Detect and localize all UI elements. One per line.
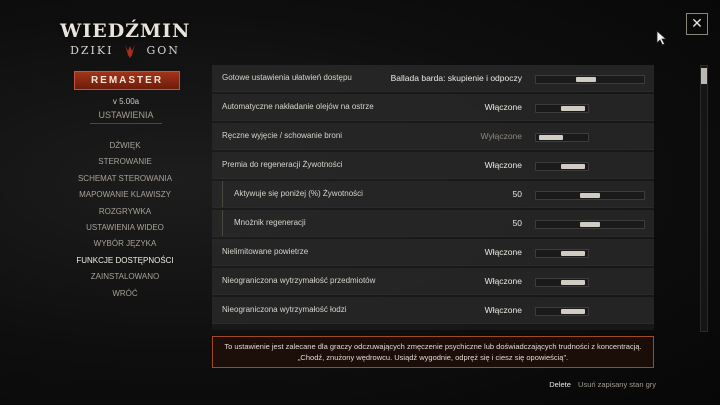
setting-description: To ustawienie jest zalecane dla graczy o…: [212, 336, 654, 368]
setting-row[interactable]: Nielimitowane powietrze Włączone: [212, 239, 654, 266]
slider-thumb[interactable]: [561, 106, 585, 111]
setting-row[interactable]: Mnożnik regeneracji 50: [212, 210, 654, 237]
setting-value: Ballada barda: skupienie i odpoczy: [390, 73, 522, 83]
setting-row[interactable]: Aktywuje się poniżej (%) Żywotności 50: [212, 181, 654, 208]
footer-hint: Delete Usuń zapisany stan gry: [547, 380, 656, 389]
setting-value: Włączone: [484, 102, 522, 112]
menu-item[interactable]: USTAWIENIA WIDEO: [60, 220, 190, 236]
game-logo: WIEDŹMIN DZIKI GON: [60, 20, 190, 59]
setting-value: Włączone: [484, 276, 522, 286]
close-icon: ✕: [691, 15, 703, 31]
menu-item[interactable]: WRÓĆ: [60, 286, 190, 302]
setting-label: Nielimitowane powietrze: [222, 247, 309, 256]
setting-value: Włączone: [484, 160, 522, 170]
toggle-slider[interactable]: [535, 307, 589, 316]
slider-thumb[interactable]: [580, 222, 600, 227]
toggle-slider[interactable]: [535, 104, 589, 113]
setting-value: 50: [512, 189, 522, 199]
setting-label: Ręczne wyjęcie / schowanie broni: [222, 131, 343, 140]
logo-subtitle-left: DZIKI: [70, 44, 114, 57]
version-label: v 5.00a: [112, 97, 140, 106]
slider-thumb[interactable]: [561, 251, 585, 256]
slider-thumb[interactable]: [561, 280, 585, 285]
mouse-cursor-icon: [656, 30, 668, 46]
description-line-2: „Chodź, znużony wędrowcu. Usiądź wygodni…: [297, 353, 569, 362]
section-divider: [90, 123, 162, 124]
menu-item[interactable]: ZAINSTALOWANO: [60, 269, 190, 285]
value-slider[interactable]: [535, 220, 645, 229]
setting-row[interactable]: Automatyczne nakładanie olejów na ostrze…: [212, 94, 654, 121]
logo-title: WIEDŹMIN: [60, 20, 191, 42]
setting-label: Premia do regeneracji Żywotności: [222, 160, 343, 169]
setting-row[interactable]: Nieograniczona wytrzymałość przedmiotów W…: [212, 268, 654, 295]
remaster-badge: REMASTER: [74, 71, 180, 90]
setting-label: Mnożnik regeneracji: [234, 218, 306, 227]
menu-item[interactable]: SCHEMAT STEROWANIA: [60, 171, 190, 187]
setting-value: Włączone: [484, 247, 522, 257]
logo-subtitle: DZIKI GON: [60, 43, 190, 59]
sub-setting-indent: [222, 210, 223, 236]
delete-key-hint[interactable]: Delete: [547, 380, 573, 389]
setting-row[interactable]: Premia do regeneracji Żywotności Włączone: [212, 152, 654, 179]
settings-menu: DŹWIĘK STEROWANIE SCHEMAT STEROWANIA MAPOWA…: [60, 138, 190, 302]
menu-item[interactable]: STEROWANIE: [60, 154, 190, 170]
scrollbar-handle[interactable]: [701, 68, 707, 84]
toggle-slider[interactable]: [535, 162, 589, 171]
setting-value: Włączone: [484, 305, 522, 315]
toggle-slider[interactable]: [535, 133, 589, 142]
value-slider[interactable]: [535, 75, 645, 84]
menu-item[interactable]: FUNKCJE DOSTĘPNOŚCI: [60, 253, 190, 269]
sub-setting-indent: [222, 181, 223, 207]
wolf-emblem-icon: [124, 44, 135, 58]
setting-value: 50: [512, 218, 522, 228]
toggle-slider[interactable]: [535, 278, 589, 287]
setting-row[interactable]: Ręczne wyjęcie / schowanie broni Wyłączon…: [212, 123, 654, 150]
close-button[interactable]: ✕: [686, 13, 708, 35]
section-title: USTAWIENIA: [98, 110, 154, 120]
description-line-1: To ustawienie jest zalecane dla graczy o…: [224, 342, 642, 351]
menu-item[interactable]: WYBÓR JĘZYKA: [60, 236, 190, 252]
slider-thumb[interactable]: [561, 164, 585, 169]
scrollbar[interactable]: [700, 65, 708, 332]
setting-value: Wyłączone: [480, 131, 523, 141]
menu-item[interactable]: DŹWIĘK: [60, 138, 190, 154]
setting-label: Automatyczne nakładanie olejów na ostrze: [222, 102, 374, 111]
setting-label: Nieograniczona wytrzymałość łodzi: [222, 305, 347, 314]
toggle-slider[interactable]: [535, 249, 589, 258]
setting-label: Gotowe ustawienia ułatwień dostępu: [222, 73, 352, 82]
setting-label: Nieograniczona wytrzymałość przedmiotów: [222, 276, 376, 285]
setting-label: Aktywuje się poniżej (%) Żywotności: [234, 189, 363, 198]
setting-row[interactable]: Gotowe ustawienia ułatwień dostępu Ballad…: [212, 65, 654, 92]
setting-row[interactable]: Nieograniczona wytrzymałość łodzi Włączon…: [212, 297, 654, 324]
slider-thumb[interactable]: [575, 77, 596, 82]
logo-subtitle-right: GON: [146, 44, 180, 57]
slider-thumb[interactable]: [539, 135, 563, 140]
slider-thumb[interactable]: [580, 193, 600, 198]
delete-save-action[interactable]: Usuń zapisany stan gry: [578, 380, 656, 389]
menu-item[interactable]: ROZGRYWKA: [60, 204, 190, 220]
slider-thumb[interactable]: [561, 309, 585, 314]
value-slider[interactable]: [535, 191, 645, 200]
menu-item[interactable]: MAPOWANIE KLAWISZY: [60, 187, 190, 203]
